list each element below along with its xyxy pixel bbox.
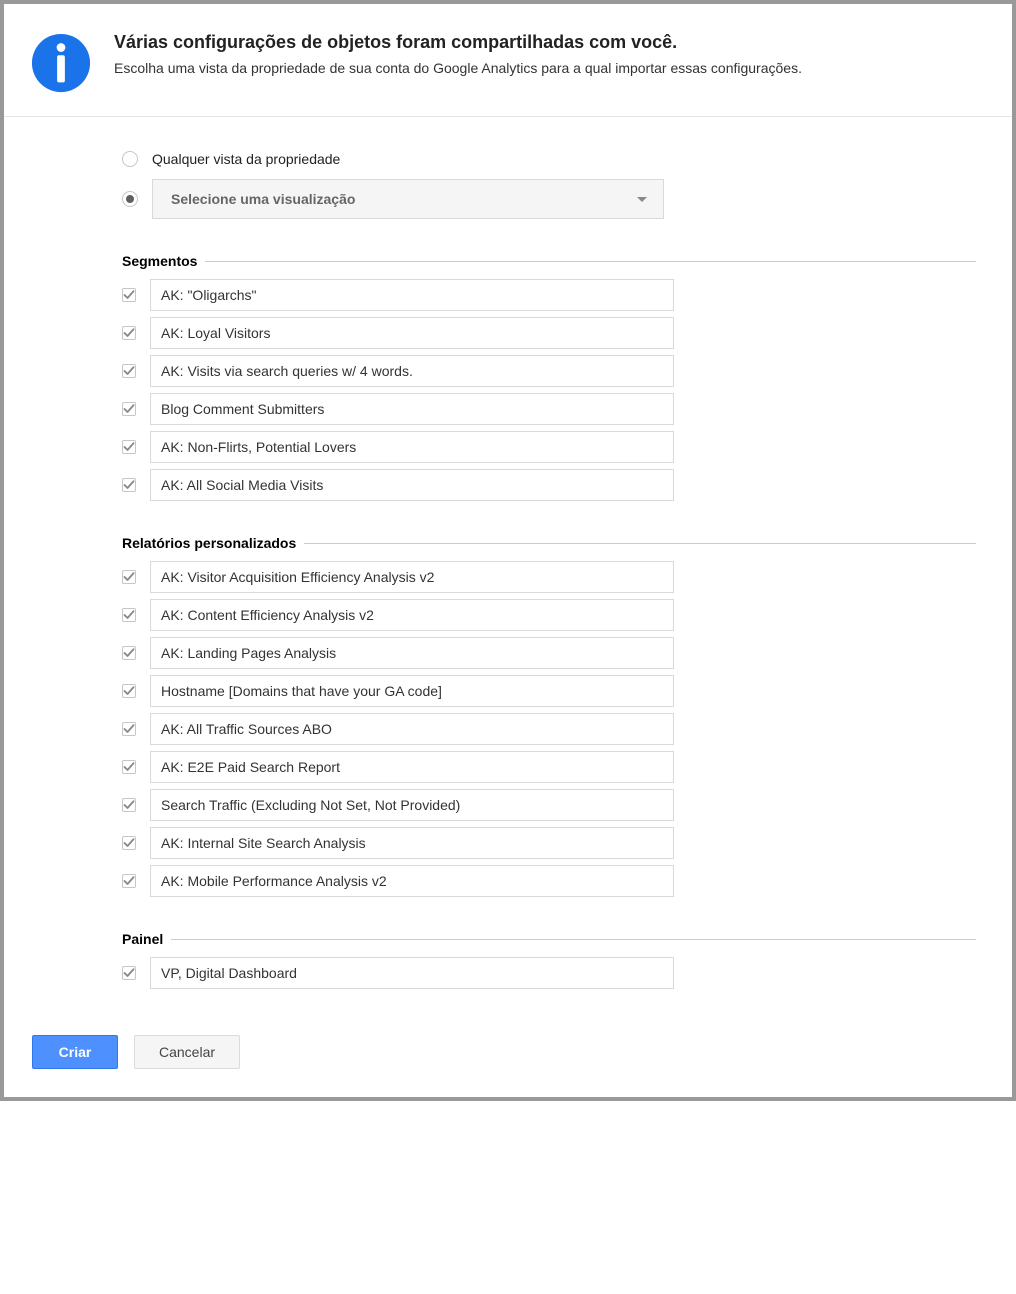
item-name-field[interactable]: AK: All Traffic Sources ABO (150, 713, 674, 745)
check-icon (123, 403, 135, 415)
check-icon (123, 327, 135, 339)
dialog-subtitle: Escolha uma vista da propriedade de sua … (114, 59, 802, 79)
checkbox[interactable] (122, 608, 136, 622)
item-name-field[interactable]: AK: Non-Flirts, Potential Lovers (150, 431, 674, 463)
view-option-any-label: Qualquer vista da propriedade (152, 151, 340, 167)
dialog-content: Qualquer vista da propriedade Selecione … (4, 117, 1012, 1005)
dialog-footer: Criar Cancelar (4, 1005, 1012, 1097)
divider (205, 261, 976, 262)
item-name-field[interactable]: VP, Digital Dashboard (150, 957, 674, 989)
checkbox[interactable] (122, 722, 136, 736)
item-name-field[interactable]: AK: Visitor Acquisition Efficiency Analy… (150, 561, 674, 593)
checkbox[interactable] (122, 478, 136, 492)
item-name-field[interactable]: AK: E2E Paid Search Report (150, 751, 674, 783)
list-item: AK: Loyal Visitors (122, 317, 976, 349)
check-icon (123, 571, 135, 583)
check-icon (123, 609, 135, 621)
check-icon (123, 967, 135, 979)
item-name-field[interactable]: Blog Comment Submitters (150, 393, 674, 425)
check-icon (123, 875, 135, 887)
checkbox[interactable] (122, 364, 136, 378)
radio-unselected-icon (122, 151, 138, 167)
check-icon (123, 837, 135, 849)
list-item: AK: Non-Flirts, Potential Lovers (122, 431, 976, 463)
item-name-field[interactable]: AK: Visits via search queries w/ 4 words… (150, 355, 674, 387)
list-item: Search Traffic (Excluding Not Set, Not P… (122, 789, 976, 821)
view-select-dropdown[interactable]: Selecione uma visualização (152, 179, 664, 219)
list-item: AK: Content Efficiency Analysis v2 (122, 599, 976, 631)
divider (304, 543, 976, 544)
section-heading: Relatórios personalizados (122, 535, 976, 551)
dialog-header: Várias configurações de objetos foram co… (4, 4, 1012, 117)
radio-selected-icon (122, 191, 138, 207)
check-icon (123, 365, 135, 377)
list-item: AK: "Oligarchs" (122, 279, 976, 311)
checkbox[interactable] (122, 836, 136, 850)
item-name-field[interactable]: AK: Content Efficiency Analysis v2 (150, 599, 674, 631)
item-name-field[interactable]: Hostname [Domains that have your GA code… (150, 675, 674, 707)
header-text: Várias configurações de objetos foram co… (114, 32, 802, 94)
item-name-field[interactable]: AK: "Oligarchs" (150, 279, 674, 311)
checkbox[interactable] (122, 326, 136, 340)
section-title: Painel (122, 931, 163, 947)
check-icon (123, 441, 135, 453)
section: Segmentos AK: "Oligarchs" AK: Loyal Visito… (122, 253, 976, 501)
import-dialog: Várias configurações de objetos foram co… (0, 0, 1016, 1101)
view-select-placeholder: Selecione uma visualização (171, 191, 355, 207)
check-icon (123, 761, 135, 773)
checkbox[interactable] (122, 874, 136, 888)
check-icon (123, 723, 135, 735)
section: Painel VP, Digital Dashboard (122, 931, 976, 989)
list-item: VP, Digital Dashboard (122, 957, 976, 989)
cancel-button[interactable]: Cancelar (134, 1035, 240, 1069)
check-icon (123, 289, 135, 301)
item-name-field[interactable]: Search Traffic (Excluding Not Set, Not P… (150, 789, 674, 821)
list-item: AK: Internal Site Search Analysis (122, 827, 976, 859)
cancel-button-label: Cancelar (159, 1044, 215, 1060)
checkbox[interactable] (122, 402, 136, 416)
list-item: AK: All Traffic Sources ABO (122, 713, 976, 745)
list-item: AK: Mobile Performance Analysis v2 (122, 865, 976, 897)
checkbox[interactable] (122, 646, 136, 660)
list-item: Hostname [Domains that have your GA code… (122, 675, 976, 707)
item-name-field[interactable]: AK: Mobile Performance Analysis v2 (150, 865, 674, 897)
list-item: Blog Comment Submitters (122, 393, 976, 425)
create-button[interactable]: Criar (32, 1035, 118, 1069)
section-title: Segmentos (122, 253, 197, 269)
item-name-field[interactable]: AK: Landing Pages Analysis (150, 637, 674, 669)
list-item: AK: E2E Paid Search Report (122, 751, 976, 783)
check-icon (123, 647, 135, 659)
section-heading: Segmentos (122, 253, 976, 269)
check-icon (123, 479, 135, 491)
section-heading: Painel (122, 931, 976, 947)
list-item: AK: Landing Pages Analysis (122, 637, 976, 669)
section: Relatórios personalizados AK: Visitor Acq… (122, 535, 976, 897)
info-icon (30, 32, 92, 94)
check-icon (123, 799, 135, 811)
checkbox[interactable] (122, 288, 136, 302)
item-name-field[interactable]: AK: Internal Site Search Analysis (150, 827, 674, 859)
list-item: AK: All Social Media Visits (122, 469, 976, 501)
checkbox[interactable] (122, 570, 136, 584)
list-item: AK: Visits via search queries w/ 4 words… (122, 355, 976, 387)
divider (171, 939, 976, 940)
checkbox[interactable] (122, 684, 136, 698)
section-title: Relatórios personalizados (122, 535, 296, 551)
create-button-label: Criar (59, 1044, 92, 1060)
check-icon (123, 685, 135, 697)
checkbox[interactable] (122, 798, 136, 812)
checkbox[interactable] (122, 440, 136, 454)
checkbox[interactable] (122, 760, 136, 774)
dialog-title: Várias configurações de objetos foram co… (114, 32, 802, 53)
chevron-down-icon (637, 197, 647, 202)
view-option-any[interactable]: Qualquer vista da propriedade (122, 151, 976, 167)
view-option-select[interactable]: Selecione uma visualização (122, 179, 976, 219)
item-name-field[interactable]: AK: All Social Media Visits (150, 469, 674, 501)
list-item: AK: Visitor Acquisition Efficiency Analy… (122, 561, 976, 593)
item-name-field[interactable]: AK: Loyal Visitors (150, 317, 674, 349)
checkbox[interactable] (122, 966, 136, 980)
